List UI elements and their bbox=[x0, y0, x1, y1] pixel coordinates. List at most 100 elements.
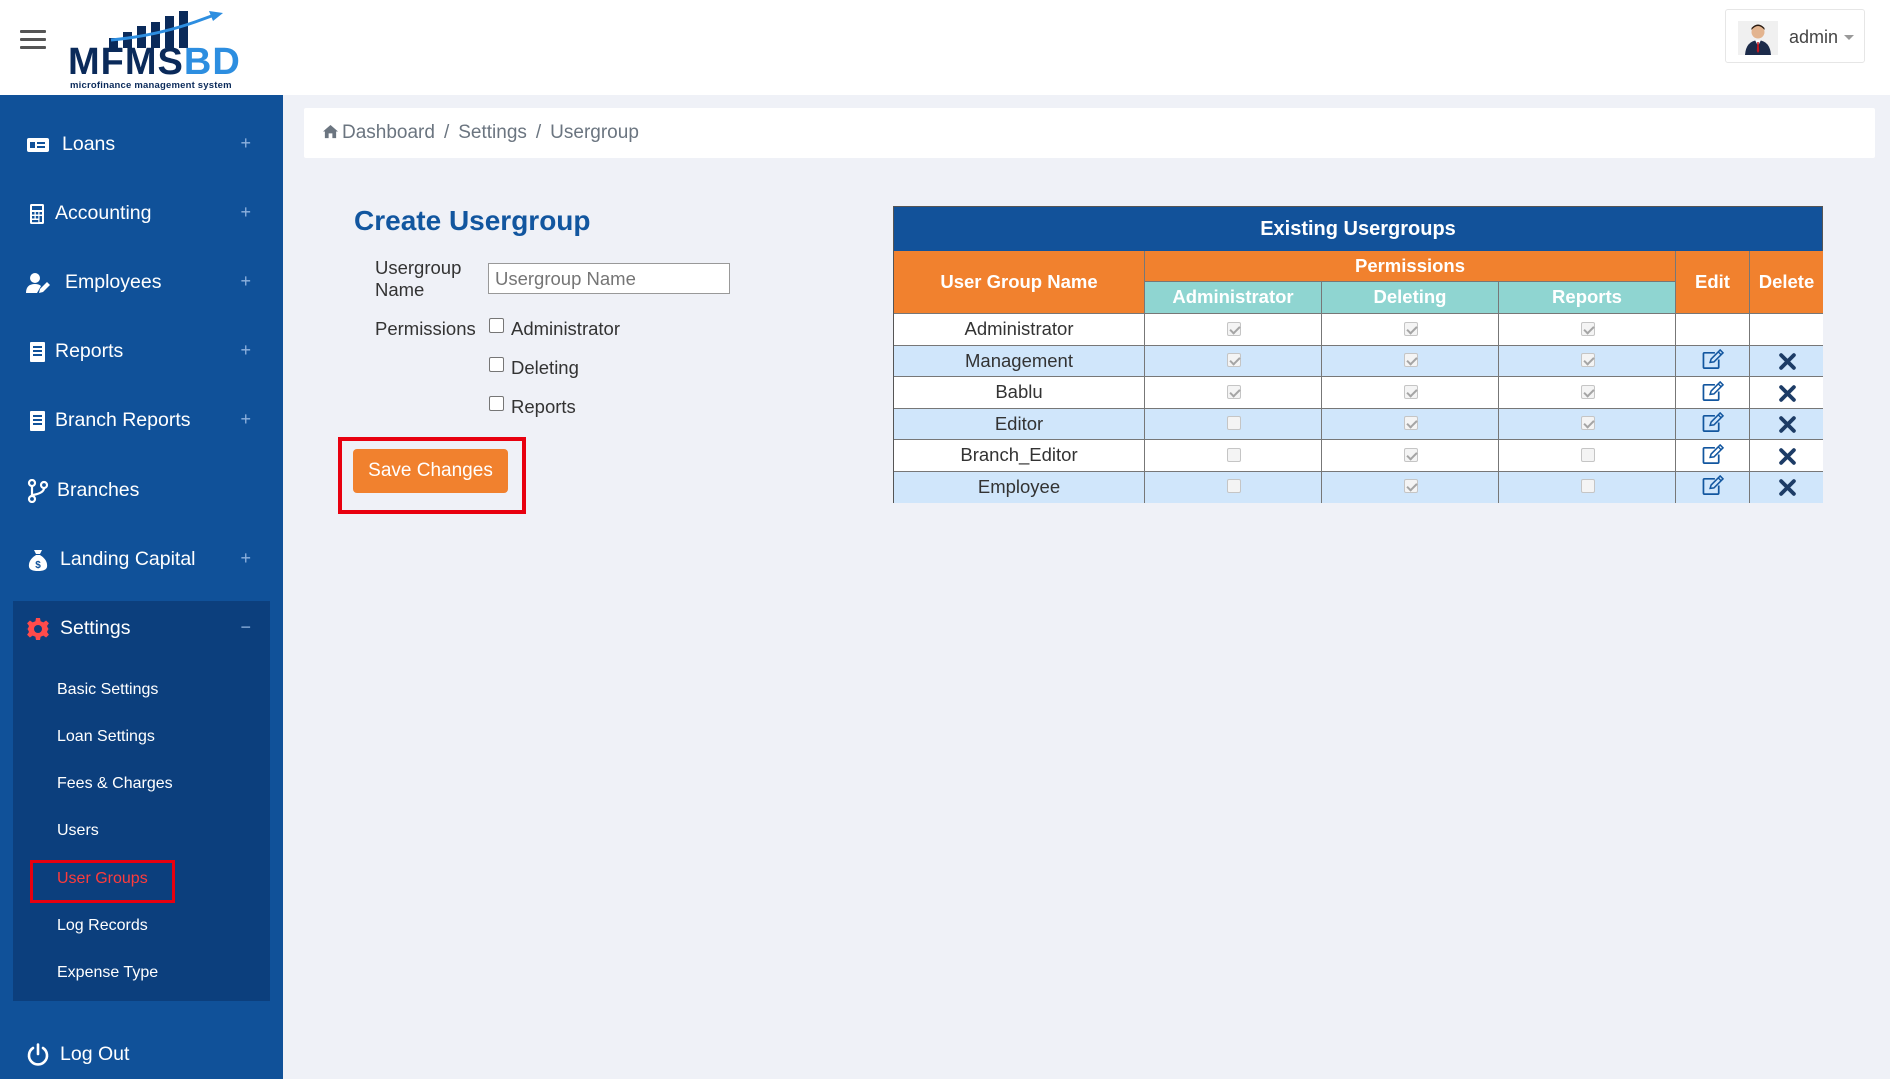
expand-icon: + bbox=[240, 340, 251, 360]
reports-permission-checkbox bbox=[1580, 384, 1595, 399]
admin-permission-cell bbox=[1145, 377, 1322, 409]
sidebar-item-settings[interactable]: Settings − bbox=[13, 601, 270, 657]
breadcrumb-separator: / bbox=[535, 122, 542, 143]
sidebar-item-accounting[interactable]: Accounting + bbox=[0, 186, 283, 242]
table-title: Existing Usergroups bbox=[894, 207, 1822, 251]
col-header-permissions: Permissions bbox=[1145, 251, 1676, 282]
deleting-permission-cell bbox=[1322, 314, 1499, 346]
sidebar-item-label: Employees bbox=[65, 271, 162, 293]
deleting-permission-cell bbox=[1322, 440, 1499, 472]
deleting-permission-cell bbox=[1322, 471, 1499, 503]
reports-permission-cell bbox=[1499, 408, 1676, 440]
collapse-icon: − bbox=[240, 617, 251, 637]
svg-text:$: $ bbox=[35, 560, 41, 571]
top-bar: MFMSBD microfinance management system ad… bbox=[0, 0, 1890, 95]
sidebar: Loans + Accounting + Employees + Reports… bbox=[0, 95, 283, 1079]
reports-permission-checkbox bbox=[1580, 353, 1595, 368]
admin-permission-checkbox bbox=[1226, 416, 1241, 431]
delete-icon[interactable] bbox=[1778, 479, 1796, 497]
deleting-permission-checkbox bbox=[1403, 321, 1418, 336]
delete-cell bbox=[1750, 377, 1823, 409]
user-menu[interactable]: admin bbox=[1725, 9, 1865, 63]
admin-permission-checkbox bbox=[1226, 447, 1241, 462]
admin-permission-checkbox bbox=[1226, 353, 1241, 368]
sidebar-item-reports[interactable]: Reports + bbox=[0, 324, 283, 380]
reports-permission-cell bbox=[1499, 345, 1676, 377]
user-edit-icon bbox=[26, 273, 50, 293]
deleting-permission-cell bbox=[1322, 345, 1499, 377]
delete-icon[interactable] bbox=[1778, 353, 1796, 371]
sidebar-item-label: Loans bbox=[62, 133, 116, 155]
reports-permission-checkbox bbox=[1580, 447, 1595, 462]
delete-cell bbox=[1750, 408, 1823, 440]
admin-permission-cell bbox=[1145, 345, 1322, 377]
sidebar-item-logout[interactable]: Log Out bbox=[0, 1027, 283, 1079]
breadcrumb-separator: / bbox=[443, 122, 450, 143]
menu-toggle-icon[interactable] bbox=[20, 30, 46, 50]
col-header-administrator: Administrator bbox=[1145, 282, 1322, 314]
delete-cell bbox=[1750, 345, 1823, 377]
edit-icon[interactable] bbox=[1701, 443, 1725, 465]
sidebar-item-label: Accounting bbox=[55, 202, 152, 224]
usergroup-name-input[interactable] bbox=[488, 263, 730, 294]
sidebar-item-label: Branch Reports bbox=[55, 409, 191, 431]
edit-icon[interactable] bbox=[1701, 349, 1725, 370]
expand-icon: + bbox=[240, 548, 251, 568]
sidebar-item-landing-capital[interactable]: $ Landing Capital + bbox=[0, 532, 283, 588]
edit-icon[interactable] bbox=[1701, 380, 1725, 402]
administrator-checkbox[interactable] bbox=[489, 318, 504, 333]
save-changes-button[interactable]: Save Changes bbox=[353, 449, 508, 493]
avatar bbox=[1738, 21, 1778, 55]
edit-icon[interactable] bbox=[1701, 475, 1725, 496]
sidebar-item-branches[interactable]: Branches bbox=[0, 463, 283, 519]
settings-item-log-records[interactable]: Log Records bbox=[57, 917, 148, 935]
admin-permission-cell bbox=[1145, 314, 1322, 346]
deleting-label: Deleting bbox=[511, 357, 579, 378]
admin-permission-checkbox bbox=[1226, 321, 1241, 336]
sidebar-item-loans[interactable]: Loans + bbox=[0, 117, 283, 173]
deleting-permission-checkbox bbox=[1403, 416, 1418, 431]
logout-label: Log Out bbox=[60, 1043, 130, 1065]
edit-cell bbox=[1676, 440, 1750, 472]
deleting-permission-checkbox bbox=[1403, 479, 1418, 494]
mfmsbd-logo[interactable]: MFMSBD microfinance management system bbox=[68, 4, 248, 91]
breadcrumb-settings[interactable]: Settings bbox=[458, 122, 527, 143]
sidebar-item-employees[interactable]: Employees + bbox=[0, 255, 283, 311]
gear-icon bbox=[26, 618, 50, 640]
code-branch-icon bbox=[27, 479, 49, 503]
administrator-label: Administrator bbox=[511, 318, 620, 339]
delete-icon[interactable] bbox=[1778, 384, 1796, 402]
settings-item-loan-settings[interactable]: Loan Settings bbox=[57, 728, 155, 746]
power-icon bbox=[27, 1043, 49, 1066]
expand-icon: + bbox=[240, 133, 251, 153]
reports-permission-cell bbox=[1499, 440, 1676, 472]
expand-icon: + bbox=[240, 202, 251, 222]
reports-permission-checkbox bbox=[1580, 479, 1595, 494]
delete-icon[interactable] bbox=[1778, 447, 1796, 465]
delete-icon[interactable] bbox=[1778, 416, 1796, 434]
admin-permission-checkbox bbox=[1226, 479, 1241, 494]
home-icon bbox=[323, 124, 338, 139]
settings-item-basic-settings[interactable]: Basic Settings bbox=[57, 681, 158, 699]
breadcrumb-dashboard[interactable]: Dashboard bbox=[342, 122, 435, 143]
reports-permission-cell bbox=[1499, 377, 1676, 409]
col-header-edit: Edit bbox=[1676, 251, 1750, 314]
sidebar-item-label: Settings bbox=[60, 617, 131, 639]
delete-cell bbox=[1750, 471, 1823, 503]
admin-permission-cell bbox=[1145, 440, 1322, 472]
settings-submenu bbox=[13, 601, 270, 1001]
settings-item-expense-type[interactable]: Expense Type bbox=[57, 964, 158, 982]
reports-checkbox[interactable] bbox=[489, 396, 504, 411]
settings-item-users[interactable]: Users bbox=[57, 822, 99, 840]
caret-down-icon bbox=[1844, 35, 1854, 40]
deleting-checkbox[interactable] bbox=[489, 357, 504, 372]
sidebar-item-branch-reports[interactable]: Branch Reports + bbox=[0, 393, 283, 449]
delete-cell bbox=[1750, 314, 1823, 346]
settings-item-fees-charges[interactable]: Fees & Charges bbox=[57, 775, 173, 793]
admin-permission-cell bbox=[1145, 471, 1322, 503]
page-title: Create Usergroup bbox=[354, 205, 591, 236]
usergroup-name-cell: Branch_Editor bbox=[894, 440, 1145, 472]
calculator-icon bbox=[30, 204, 44, 224]
edit-icon[interactable] bbox=[1701, 412, 1725, 433]
sidebar-item-label: Reports bbox=[55, 340, 124, 362]
